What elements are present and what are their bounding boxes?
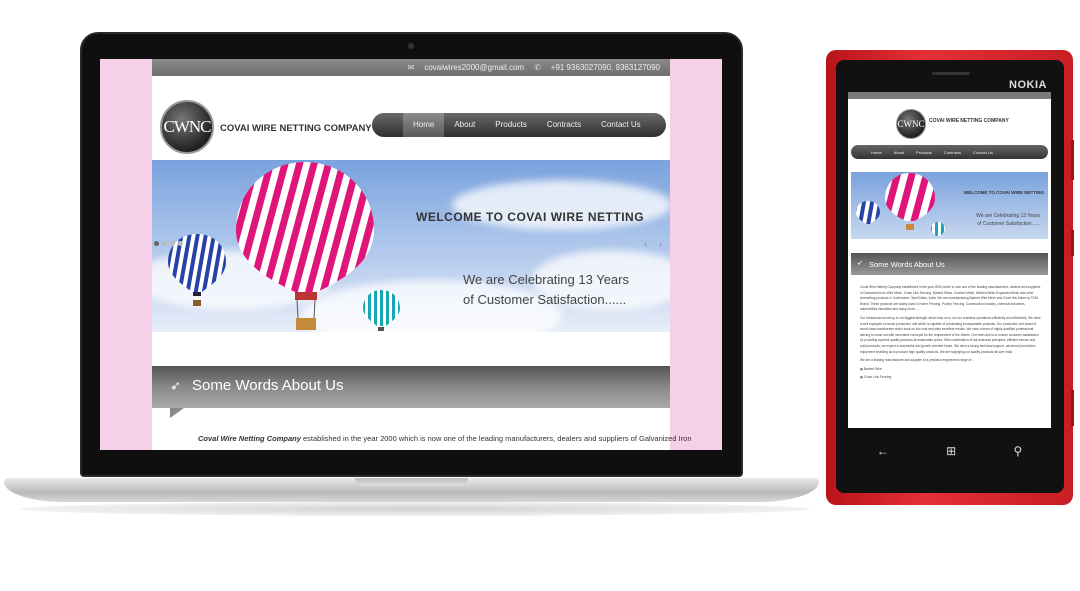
- search-icon[interactable]: ⚲: [1014, 444, 1023, 458]
- company-name-bold: Coval Wire Netting Company: [198, 434, 301, 443]
- rocket-icon: ➶: [170, 378, 181, 393]
- nav-about[interactable]: About: [444, 113, 485, 137]
- contact-topbar: ✉ covaiwires2000@gmail.com ✆ +91 9363027…: [152, 59, 670, 76]
- nav-contracts[interactable]: Contracts: [537, 113, 591, 137]
- mobile-hero-welcome: WELCOME TO COVAI WIRE NETTING: [963, 190, 1044, 195]
- laptop-screen: ✉ covaiwires2000@gmail.com ✆ +91 9363027…: [100, 59, 722, 450]
- windows-start-icon[interactable]: ⊞: [946, 444, 956, 458]
- slider-pagination: [154, 241, 183, 246]
- phone-icon: ✆: [534, 63, 541, 72]
- mobile-nav: Home About Products Contracts Contact Us: [851, 145, 1048, 159]
- mobile-paragraph: Our infrastructural set up is our bigges…: [860, 315, 1041, 354]
- device-mockup-scene: ✉ covaiwires2000@gmail.com ✆ +91 9363027…: [0, 0, 1080, 591]
- mobile-paragraph: Covai Wire Netting Company established i…: [860, 285, 1041, 312]
- mobile-logo-text: CWNC: [897, 119, 925, 129]
- mobile-about-text: Covai Wire Netting Company established i…: [860, 285, 1042, 384]
- mobile-paragraph: We are a leading manufacturer and suppli…: [860, 358, 975, 363]
- mobile-about-header: ➶ Some Words About Us: [851, 253, 1048, 275]
- mobile-nav-products[interactable]: Products: [910, 150, 938, 155]
- laptop-shadow: [20, 502, 810, 516]
- main-nav: Home About Products Contracts Contact Us: [372, 113, 666, 137]
- nav-home[interactable]: Home: [403, 113, 445, 137]
- speaker-grille: [932, 72, 970, 75]
- contact-email[interactable]: covaiwires2000@gmail.com: [424, 63, 524, 72]
- mobile-product-list: ▣ Barbed Wire ▣ Chain Link Fencing: [860, 367, 1042, 381]
- mobile-nav-contact[interactable]: Contact Us: [967, 150, 999, 155]
- slider-dot[interactable]: [162, 241, 167, 246]
- phone-brand: NOKIA: [1009, 79, 1047, 91]
- hero-subtitle-line2: of Customer Satisfaction......: [463, 292, 627, 307]
- site-header: CWNC COVAI WIRE NETTING COMPANY Home Abo…: [152, 76, 670, 160]
- power-button: [1071, 230, 1074, 256]
- slider-prev-icon[interactable]: ‹: [644, 239, 647, 249]
- camera-icon: [408, 43, 414, 49]
- list-item[interactable]: ▣ Barbed Wire: [860, 367, 1042, 373]
- slider-dot[interactable]: [170, 241, 175, 246]
- list-item-label: Chain Link Fencing: [863, 375, 892, 380]
- mobile-logo[interactable]: CWNC: [896, 109, 926, 139]
- envelope-icon: ✉: [407, 63, 415, 72]
- speech-tail: [170, 408, 184, 418]
- nav-contact-us[interactable]: Contact Us: [591, 113, 651, 137]
- mobile-rocket-icon: ➶: [857, 260, 863, 267]
- phone-hardware-keys: ← ⊞ ⚲: [848, 440, 1051, 462]
- intro-body: established in the year 2000 which is no…: [300, 434, 692, 443]
- mobile-nav-about[interactable]: About: [888, 150, 910, 155]
- mobile-hero-sub1: We are Celebrating 13 Years: [976, 213, 1040, 219]
- about-section-header: ➶ Some Words About Us: [152, 366, 670, 408]
- mobile-about-title: Some Words About Us: [869, 260, 945, 269]
- mobile-balloons-image: [856, 173, 945, 236]
- hero-slider: WELCOME TO COVAI WIRE NETTING We are Cel…: [152, 160, 670, 332]
- back-arrow-icon[interactable]: ←: [877, 444, 889, 458]
- volume-button: [1071, 140, 1074, 180]
- slider-next-icon[interactable]: ›: [659, 239, 662, 249]
- mobile-nav-home[interactable]: Home: [865, 150, 888, 155]
- mobile-hero: WELCOME TO COVAI WIRE NETTING We are Cel…: [851, 172, 1048, 239]
- hero-subtitle-line1: We are Celebrating 13 Years: [463, 272, 629, 287]
- company-name: COVAI WIRE NETTING COMPANY: [220, 123, 372, 134]
- slider-dot[interactable]: [154, 241, 159, 246]
- mobile-topbar: [848, 92, 1051, 99]
- about-section-title: Some Words About Us: [192, 377, 344, 394]
- list-item-label: Barbed Wire: [863, 366, 882, 371]
- laptop-notch: [355, 478, 468, 486]
- contact-phones: +91 9363027090, 9363127090: [550, 63, 660, 72]
- mobile-nav-contracts[interactable]: Contracts: [938, 150, 967, 155]
- about-intro-text: Coval Wire Netting Company established i…: [198, 434, 692, 443]
- website-desktop-view: ✉ covaiwires2000@gmail.com ✆ +91 9363027…: [152, 59, 692, 450]
- mobile-hero-sub2: of Customer Satisfaction......: [977, 221, 1040, 227]
- hero-welcome-text: WELCOME TO COVAI WIRE NETTING: [416, 210, 645, 224]
- logo-text: CWNC: [163, 117, 212, 136]
- slider-arrows: ‹ ›: [644, 239, 662, 249]
- website-mobile-view: CWNC COVAI WIRE NETTING COMPANY Home Abo…: [848, 92, 1051, 428]
- camera-button: [1071, 390, 1074, 426]
- list-item[interactable]: ▣ Chain Link Fencing: [860, 375, 1042, 381]
- nav-products[interactable]: Products: [485, 113, 537, 137]
- company-logo[interactable]: CWNC: [160, 100, 214, 154]
- mobile-company-name: COVAI WIRE NETTING COMPANY: [929, 118, 1009, 124]
- slider-dot[interactable]: [178, 241, 183, 246]
